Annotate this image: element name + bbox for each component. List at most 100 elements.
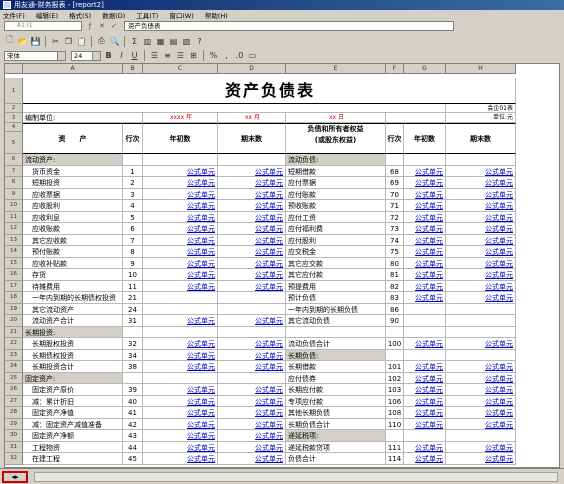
asset-end-value[interactable]: 公式单元: [218, 384, 286, 396]
row-header[interactable]: 28: [5, 407, 23, 419]
asset-line-no[interactable]: 40: [123, 395, 143, 407]
sum-icon[interactable]: Σ: [129, 36, 140, 47]
liability-name[interactable]: 长期应付款: [286, 384, 386, 396]
asset-end-value[interactable]: 公式单元: [218, 234, 286, 246]
liability-end-value[interactable]: 公式单元: [446, 223, 516, 235]
asset-end-value[interactable]: 公式单元: [218, 223, 286, 235]
liability-begin-value[interactable]: 公式单元: [404, 177, 446, 189]
header-end[interactable]: 期末数: [218, 123, 286, 154]
liability-name[interactable]: 短期借款: [286, 165, 386, 177]
liability-end-value[interactable]: 公式单元: [446, 280, 516, 292]
liability-begin-value[interactable]: 公式单元: [404, 384, 446, 396]
format-icon[interactable]: ▧: [181, 36, 192, 47]
liability-name[interactable]: [286, 326, 386, 338]
row-header[interactable]: 20: [5, 315, 23, 327]
header-liability[interactable]: 负债和所有者权益 (或股东权益): [286, 123, 386, 154]
asset-name[interactable]: 应收票据: [23, 188, 123, 200]
asset-begin-value[interactable]: 公式单元: [143, 384, 218, 396]
font-select[interactable]: 宋体: [4, 50, 66, 61]
liability-line-no[interactable]: [386, 326, 404, 338]
help-icon[interactable]: ?: [194, 36, 205, 47]
asset-line-no[interactable]: 11: [123, 280, 143, 292]
cancel-icon[interactable]: ✕: [98, 22, 106, 30]
asset-end-value[interactable]: 公式单元: [218, 441, 286, 453]
row-header[interactable]: 8: [5, 177, 23, 189]
row-header[interactable]: 10: [5, 200, 23, 212]
asset-line-no[interactable]: 10: [123, 269, 143, 281]
blank[interactable]: [386, 113, 446, 123]
asset-begin-value[interactable]: 公式单元: [143, 430, 218, 442]
asset-end-value[interactable]: 公式单元: [218, 246, 286, 258]
asset-begin-value[interactable]: 公式单元: [143, 338, 218, 350]
asset-begin-value[interactable]: [143, 326, 218, 338]
liability-end-value[interactable]: [446, 303, 516, 315]
asset-begin-value[interactable]: 公式单元: [143, 223, 218, 235]
liability-end-value[interactable]: 公式单元: [446, 188, 516, 200]
liability-line-no[interactable]: 111: [386, 441, 404, 453]
asset-end-value[interactable]: 公式单元: [218, 430, 286, 442]
asset-line-no[interactable]: [123, 372, 143, 384]
asset-end-value[interactable]: 公式单元: [218, 418, 286, 430]
asset-begin-value[interactable]: [143, 292, 218, 304]
liability-end-value[interactable]: [446, 315, 516, 327]
header-line-2[interactable]: 行次: [386, 123, 404, 154]
merge-icon[interactable]: ⊞: [188, 50, 199, 61]
asset-begin-value[interactable]: 公式单元: [143, 418, 218, 430]
asset-begin-value[interactable]: 公式单元: [143, 361, 218, 373]
liability-begin-value[interactable]: 公式单元: [404, 372, 446, 384]
asset-line-no[interactable]: 38: [123, 361, 143, 373]
asset-name[interactable]: 预付账款: [23, 246, 123, 258]
liability-name[interactable]: 流动负债:: [286, 154, 386, 166]
menu-item-4[interactable]: 工具(T): [136, 10, 158, 20]
asset-line-no[interactable]: 41: [123, 407, 143, 419]
asset-begin-value[interactable]: 公式单元: [143, 165, 218, 177]
date-month[interactable]: xx 月: [218, 113, 286, 123]
row-header[interactable]: 14: [5, 246, 23, 258]
preview-icon[interactable]: 🔍: [109, 36, 120, 47]
liability-end-value[interactable]: 公式单元: [446, 441, 516, 453]
liability-line-no[interactable]: 102: [386, 372, 404, 384]
underline-button[interactable]: U: [129, 50, 140, 61]
liability-name[interactable]: 应交税金: [286, 246, 386, 258]
liability-begin-value[interactable]: 公式单元: [404, 188, 446, 200]
header-begin[interactable]: 年初数: [143, 123, 218, 154]
asset-begin-value[interactable]: 公式单元: [143, 407, 218, 419]
date-year[interactable]: xxxx 年: [143, 113, 218, 123]
formula-input[interactable]: 资产负债表: [124, 21, 454, 31]
asset-line-no[interactable]: 4: [123, 200, 143, 212]
liability-end-value[interactable]: [446, 154, 516, 166]
asset-name[interactable]: 待摊费用: [23, 280, 123, 292]
confirm-icon[interactable]: ✓: [110, 22, 118, 30]
liability-line-no[interactable]: 69: [386, 177, 404, 189]
asset-line-no[interactable]: 34: [123, 349, 143, 361]
row-header[interactable]: 7: [5, 165, 23, 177]
asset-end-value[interactable]: [218, 292, 286, 304]
liability-begin-value[interactable]: 公式单元: [404, 292, 446, 304]
liability-end-value[interactable]: 公式单元: [446, 269, 516, 281]
asset-name[interactable]: 工程物资: [23, 441, 123, 453]
asset-begin-value[interactable]: 公式单元: [143, 200, 218, 212]
liability-name[interactable]: 长期负债:: [286, 349, 386, 361]
liability-line-no[interactable]: 83: [386, 292, 404, 304]
column-header-G[interactable]: G: [404, 64, 446, 74]
column-header-H[interactable]: H: [446, 64, 516, 74]
asset-line-no[interactable]: 31: [123, 315, 143, 327]
asset-name[interactable]: 流动资产合计: [23, 315, 123, 327]
row-header[interactable]: 26: [5, 384, 23, 396]
asset-begin-value[interactable]: 公式单元: [143, 211, 218, 223]
asset-name[interactable]: 固定资产:: [23, 372, 123, 384]
row-header[interactable]: 29: [5, 418, 23, 430]
liability-name[interactable]: 应付票据: [286, 177, 386, 189]
liability-end-value[interactable]: 公式单元: [446, 361, 516, 373]
liability-name[interactable]: 递延税款贷项: [286, 441, 386, 453]
liability-begin-value[interactable]: [404, 326, 446, 338]
asset-end-value[interactable]: 公式单元: [218, 269, 286, 281]
liability-line-no[interactable]: 70: [386, 188, 404, 200]
header-asset[interactable]: 资 产: [23, 123, 123, 154]
asset-line-no[interactable]: 45: [123, 453, 143, 465]
liability-line-no[interactable]: 72: [386, 211, 404, 223]
row-header[interactable]: 19: [5, 303, 23, 315]
row-header[interactable]: 3: [5, 113, 23, 123]
liability-line-no[interactable]: 80: [386, 257, 404, 269]
asset-name[interactable]: 其它应收款: [23, 234, 123, 246]
